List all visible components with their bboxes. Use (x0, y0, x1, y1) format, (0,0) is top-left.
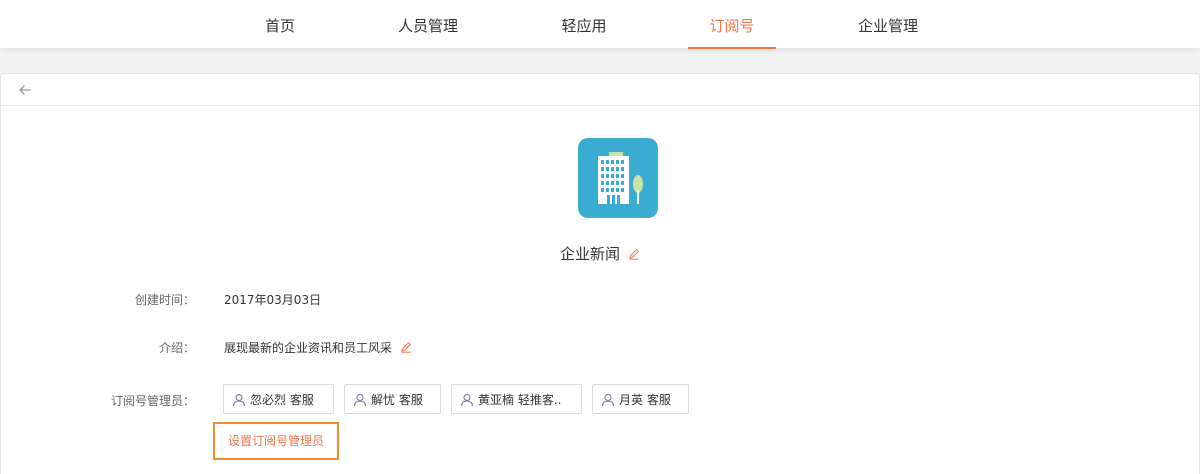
user-icon (353, 393, 367, 407)
building-icon (598, 152, 643, 204)
intro-label: 介绍： (158, 341, 195, 355)
nav-item-label: 首页 (264, 17, 295, 35)
admin-chip-label: 月英 客服 (619, 393, 671, 407)
nav-item-people[interactable]: 人员管理 (384, 0, 472, 48)
nav-item-light-apps[interactable]: 轻应用 (546, 0, 622, 48)
active-tab-indicator (688, 47, 776, 49)
top-nav: 首页 人员管理 轻应用 订阅号 企业管理 (0, 0, 1200, 49)
left-arrow-icon[interactable] (17, 82, 33, 98)
set-admin-link[interactable]: 设置订阅号管理员 (213, 422, 339, 460)
admin-chip-label: 忽必烈 客服 (250, 393, 314, 407)
nav-item-subscriptions[interactable]: 订阅号 (688, 0, 776, 49)
nav-item-label: 轻应用 (561, 17, 607, 35)
created-time-value: 2017年03月03日 (224, 293, 322, 307)
admin-chip[interactable]: 解忧 客服 (344, 384, 441, 414)
admin-chip-label: 解忧 客服 (371, 393, 423, 407)
created-time-label: 创建时间： (134, 293, 195, 307)
subscription-name-row: 企业新闻 (1, 243, 1199, 264)
admins-label: 订阅号管理员： (110, 394, 195, 408)
pencil-icon[interactable] (628, 248, 640, 260)
nav-item-label: 人员管理 (397, 17, 458, 35)
user-icon (601, 393, 615, 407)
nav-item-label: 订阅号 (709, 17, 755, 35)
subscription-detail-card: 企业新闻 创建时间： 2017年03月03日 介绍： 展现最新的企业资讯和员工风… (0, 73, 1200, 474)
admin-chip[interactable]: 黄亚楠 轻推客.. (451, 384, 582, 414)
user-icon (232, 393, 246, 407)
pencil-icon[interactable] (400, 341, 412, 353)
admin-chip[interactable]: 忽必烈 客服 (223, 384, 334, 414)
user-icon (460, 393, 474, 407)
nav-item-home[interactable]: 首页 (248, 0, 312, 48)
subscription-avatar (578, 138, 658, 218)
admin-chip[interactable]: 月英 客服 (592, 384, 689, 414)
nav-item-enterprise[interactable]: 企业管理 (844, 0, 932, 48)
intro-value: 展现最新的企业资讯和员工风采 (224, 341, 393, 355)
intro-row: 展现最新的企业资讯和员工风采 (224, 339, 412, 356)
nav-item-label: 企业管理 (857, 17, 918, 35)
subscription-name: 企业新闻 (559, 245, 620, 263)
admin-chip-label: 黄亚楠 轻推客.. (478, 393, 562, 407)
card-header (1, 74, 1199, 106)
